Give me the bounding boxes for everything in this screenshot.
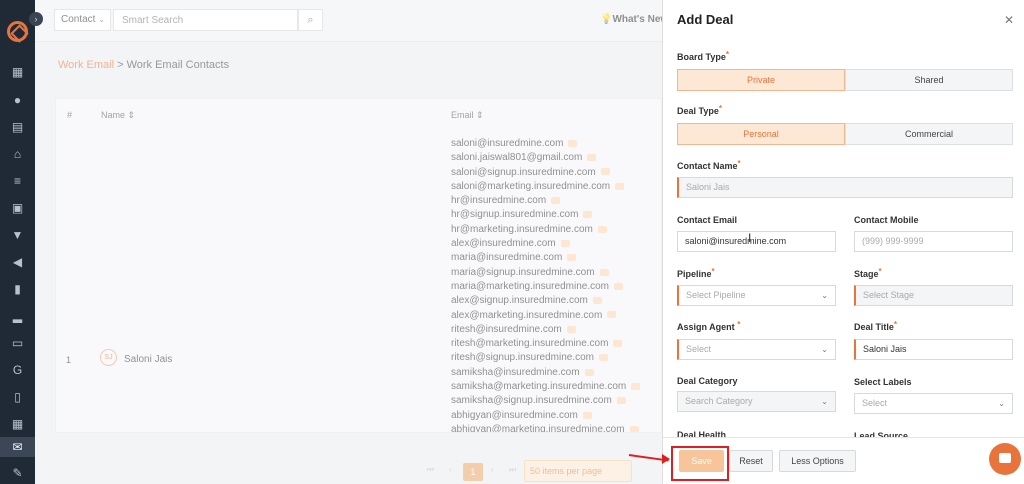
text-cursor-icon: I xyxy=(748,231,752,245)
board-type-text: Board Type xyxy=(677,52,726,62)
required-marker: * xyxy=(711,267,715,276)
funnel-icon[interactable]: ▼ xyxy=(0,225,35,245)
deal-category-label: Deal Category xyxy=(677,376,738,386)
contact-mobile-label: Contact Mobile xyxy=(854,215,919,225)
stage-select[interactable]: Select Stage xyxy=(854,285,1013,306)
required-marker: * xyxy=(878,267,882,276)
chevron-down-icon: ⌄ xyxy=(998,399,1005,408)
calendar-icon[interactable]: ▦ xyxy=(0,414,35,434)
less-options-button[interactable]: Less Options xyxy=(779,450,856,472)
contact-mobile-input[interactable]: (999) 999-9999 xyxy=(854,231,1013,252)
documents-icon[interactable]: ▤ xyxy=(0,117,35,137)
contact-name-label: Contact Name* xyxy=(677,159,741,171)
clipboard-icon[interactable]: ▯ xyxy=(0,387,35,407)
contact-name-text: Contact Name xyxy=(677,161,738,171)
bar-chart-icon[interactable]: ▂ xyxy=(0,306,35,326)
deal-type-label: Deal Type* xyxy=(677,104,722,116)
close-icon[interactable]: ✕ xyxy=(1004,13,1014,27)
reset-button[interactable]: Reset xyxy=(729,450,773,472)
list-icon[interactable]: ≡ xyxy=(0,171,35,191)
deal-type-text: Deal Type xyxy=(677,106,719,116)
deal-type-personal[interactable]: Personal xyxy=(677,123,845,145)
select-labels-label: Select Labels xyxy=(854,377,912,387)
board-type-label: Board Type* xyxy=(677,50,729,62)
stage-text: Stage xyxy=(854,269,879,279)
logo-icon xyxy=(7,21,28,42)
chevron-down-icon: ⌄ xyxy=(821,397,828,406)
pipeline-select[interactable]: Select Pipeline ⌄ xyxy=(677,285,836,306)
pipeline-placeholder: Select Pipeline xyxy=(686,290,746,300)
folder-icon[interactable]: ▭ xyxy=(0,333,35,353)
required-marker: * xyxy=(725,50,729,59)
annotation-arrow-head xyxy=(662,454,670,464)
contact-email-label: Contact Email xyxy=(677,215,738,225)
assign-agent-text: Assign Agent xyxy=(677,322,735,332)
board-type-private[interactable]: Private xyxy=(677,69,845,91)
deal-category-placeholder: Search Category xyxy=(685,396,753,406)
megaphone-icon[interactable]: ◀ xyxy=(0,252,35,272)
required-marker: * xyxy=(737,320,741,329)
select-labels-placeholder: Select xyxy=(862,398,888,408)
assign-agent-select[interactable]: Select ⌄ xyxy=(677,339,836,360)
chevron-down-icon: ⌄ xyxy=(821,291,828,300)
pipeline-text: Pipeline xyxy=(677,269,712,279)
dashboard-icon[interactable]: ▦ xyxy=(0,62,35,82)
required-marker: * xyxy=(737,159,741,168)
deal-type-commercial[interactable]: Commercial xyxy=(845,123,1013,145)
bank-icon[interactable]: ⌂ xyxy=(0,144,35,164)
required-marker: * xyxy=(893,320,897,329)
deal-title-input[interactable]: Saloni Jais xyxy=(854,339,1013,360)
deal-category-input[interactable]: Search Category ⌄ xyxy=(677,391,836,412)
annotation-highlight-box xyxy=(671,446,729,481)
contact-email-input[interactable]: saloni@insuredmine.com xyxy=(677,231,836,252)
sidebar: ▦ ● ▤ ⌂ ≡ ▣ ▼ ◀ ▮ ▂ ▭ G ▯ ▦ ✉ ✎ xyxy=(0,0,35,484)
chat-icon[interactable] xyxy=(989,443,1021,475)
assign-agent-label: Assign Agent * xyxy=(677,320,741,332)
chevron-down-icon: ⌄ xyxy=(821,345,828,354)
deal-title-label: Deal Title* xyxy=(854,320,897,332)
deal-title-text: Deal Title xyxy=(854,322,894,332)
sidebar-toggle-icon[interactable]: › xyxy=(29,12,43,26)
google-icon[interactable]: G xyxy=(0,360,35,380)
required-marker: * xyxy=(718,104,722,113)
contact-name-input[interactable]: Saloni Jais xyxy=(677,177,1013,198)
contacts-icon[interactable]: ● xyxy=(0,90,35,110)
select-labels-select[interactable]: Select ⌄ xyxy=(854,393,1013,414)
modal-backdrop[interactable] xyxy=(35,0,662,484)
email-icon[interactable]: ✉ xyxy=(0,437,35,457)
file-icon[interactable]: ▮ xyxy=(0,279,35,299)
pipeline-label: Pipeline* xyxy=(677,267,715,279)
stage-label: Stage* xyxy=(854,267,882,279)
board-type-shared[interactable]: Shared xyxy=(845,69,1013,91)
assign-agent-placeholder: Select xyxy=(686,344,712,354)
signature-icon[interactable]: ✎ xyxy=(0,463,35,483)
id-card-icon[interactable]: ▣ xyxy=(0,198,35,218)
add-deal-panel: Add Deal ✕ Board Type* Private Shared De… xyxy=(662,0,1024,484)
panel-title: Add Deal xyxy=(677,12,734,27)
